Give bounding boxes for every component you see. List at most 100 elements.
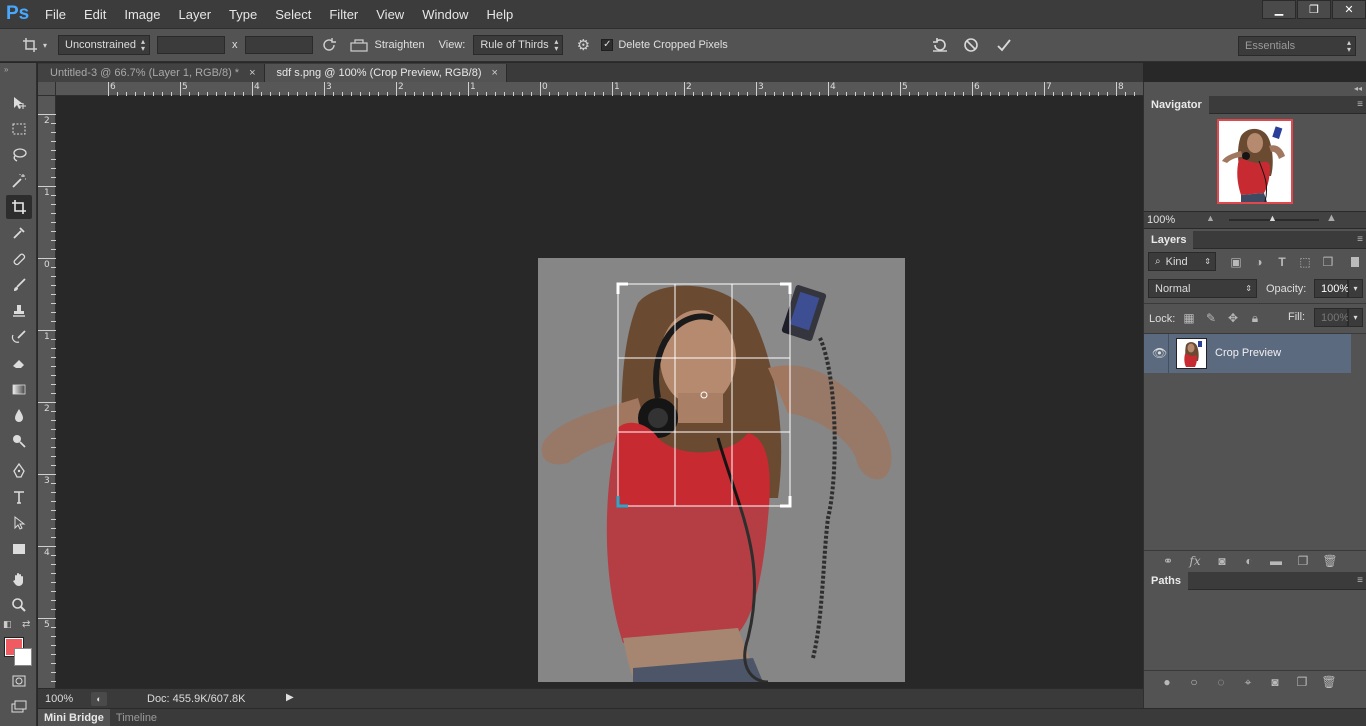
magic-wand-tool-icon[interactable]	[6, 169, 32, 193]
minimize-button[interactable]: ▁	[1262, 0, 1296, 19]
crop-ratio-select[interactable]: Unconstrained ▴ ▾	[58, 35, 150, 55]
commit-crop-icon[interactable]	[994, 35, 1014, 55]
menu-window[interactable]: Window	[413, 0, 477, 28]
reset-crop-icon[interactable]	[930, 35, 950, 55]
lock-all-icon[interactable]: 🔒︎	[1247, 310, 1263, 326]
workspace-select[interactable]: Essentials ▴ ▾	[1238, 36, 1356, 56]
menu-view[interactable]: View	[367, 0, 413, 28]
navigator-thumbnail[interactable]	[1217, 119, 1293, 204]
stroke-path-icon[interactable]: ○	[1186, 674, 1202, 690]
trash-icon[interactable]: 🗑︎	[1322, 553, 1338, 569]
fill-input[interactable]: 100%	[1314, 308, 1349, 327]
marquee-tool-icon[interactable]	[6, 117, 32, 141]
layer-style-icon[interactable]: fx	[1187, 553, 1203, 569]
brush-tool-icon[interactable]	[6, 273, 32, 297]
type-tool-icon[interactable]	[6, 485, 32, 509]
menu-help[interactable]: Help	[477, 0, 522, 28]
crop-tool-icon[interactable]	[20, 35, 40, 55]
tab-paths[interactable]: Paths	[1144, 572, 1188, 590]
delete-cropped-checkbox[interactable]: ✓	[601, 39, 614, 51]
restore-button[interactable]: ❐	[1297, 0, 1331, 19]
horizontal-ruler[interactable]: 6 5 4 3 2 1 0 1 2 3 4 5 6 7 8	[56, 82, 1143, 96]
zoom-in-icon[interactable]: ▲	[1326, 212, 1337, 224]
rectangle-tool-icon[interactable]	[6, 537, 32, 561]
adjustment-layer-icon[interactable]: ◐	[1241, 553, 1257, 569]
tab-navigator[interactable]: Navigator	[1144, 96, 1209, 114]
adjustment-filter-icon[interactable]: ◑	[1251, 254, 1267, 270]
make-work-path-icon[interactable]: ⌖	[1240, 674, 1256, 690]
close-button[interactable]: ✕	[1332, 0, 1366, 19]
pen-tool-icon[interactable]	[6, 459, 32, 483]
tab-timeline[interactable]: Timeline	[110, 709, 163, 726]
overlay-view-select[interactable]: Rule of Thirds ▴ ▾	[473, 35, 564, 55]
lock-transparent-icon[interactable]: ▦	[1181, 310, 1197, 326]
swap-dimensions-icon[interactable]	[319, 35, 339, 55]
background-color-swatch[interactable]	[14, 648, 32, 666]
eraser-tool-icon[interactable]	[6, 351, 32, 375]
blend-mode-select[interactable]: Normal ⇕	[1148, 279, 1257, 298]
lock-position-icon[interactable]: ✥	[1225, 310, 1241, 326]
new-path-icon[interactable]: ❐	[1294, 674, 1310, 690]
menu-layer[interactable]: Layer	[170, 0, 221, 28]
fill-dropdown-icon[interactable]: ▾	[1348, 308, 1363, 327]
canvas-workspace[interactable]	[56, 96, 1143, 688]
layer-filter-select[interactable]: ⌕ Kind ⇕	[1148, 252, 1216, 271]
menu-filter[interactable]: Filter	[320, 0, 367, 28]
group-folder-icon[interactable]: ▬	[1268, 553, 1284, 569]
shape-filter-icon[interactable]: ⬚	[1297, 254, 1313, 270]
quick-mask-icon[interactable]	[6, 669, 32, 693]
layer-name[interactable]: Crop Preview	[1215, 347, 1281, 359]
add-mask-icon[interactable]: ◙	[1214, 553, 1230, 569]
move-tool-icon[interactable]	[6, 91, 32, 115]
panel-collapse-icon[interactable]: »	[4, 65, 8, 74]
panel-menu-icon[interactable]: ≡	[1357, 99, 1363, 110]
panel-menu-icon[interactable]: ≡	[1357, 575, 1363, 586]
zoom-level[interactable]: 100%	[45, 693, 85, 705]
eye-icon[interactable]: 👁︎	[1152, 346, 1167, 360]
stamp-tool-icon[interactable]	[6, 299, 32, 323]
tab-sdf-s-png[interactable]: sdf s.png @ 100% (Crop Preview, RGB/8) ×	[264, 64, 507, 82]
crop-height-input[interactable]	[244, 36, 313, 54]
gear-icon[interactable]: ⚙	[573, 35, 593, 55]
fill-path-icon[interactable]: ●	[1159, 674, 1175, 690]
menu-image[interactable]: Image	[115, 0, 169, 28]
lasso-tool-icon[interactable]	[6, 143, 32, 167]
gradient-tool-icon[interactable]	[6, 377, 32, 401]
eyedropper-tool-icon[interactable]	[6, 221, 32, 245]
tab-mini-bridge[interactable]: Mini Bridge	[38, 709, 110, 726]
tab-untitled-3[interactable]: Untitled-3 @ 66.7% (Layer 1, RGB/8) * ×	[38, 64, 265, 82]
swap-colors-icon[interactable]: ⇄	[22, 619, 30, 630]
menu-edit[interactable]: Edit	[75, 0, 115, 28]
share-icon[interactable]: ◐	[91, 691, 107, 706]
blur-tool-icon[interactable]	[6, 403, 32, 427]
close-icon[interactable]: ×	[492, 67, 498, 79]
load-selection-icon[interactable]: ◌	[1213, 674, 1229, 690]
tab-layers[interactable]: Layers	[1144, 231, 1194, 249]
panel-menu-icon[interactable]: ≡	[1357, 234, 1363, 245]
screen-mode-icon[interactable]	[6, 695, 32, 719]
link-layers-icon[interactable]: ⚭	[1160, 553, 1176, 569]
zoom-slider-handle[interactable]: ▲	[1268, 213, 1277, 223]
smart-object-filter-icon[interactable]: ❒	[1320, 254, 1336, 270]
zoom-tool-icon[interactable]	[6, 593, 32, 617]
zoom-out-icon[interactable]: ▲	[1206, 213, 1215, 223]
document-canvas[interactable]	[538, 258, 905, 682]
navigator-zoom-value[interactable]: 100%	[1147, 214, 1175, 226]
panel-collapse-icon[interactable]: ◂◂	[1354, 84, 1362, 93]
straighten-label[interactable]: Straighten	[375, 39, 425, 51]
path-selection-tool-icon[interactable]	[6, 511, 32, 535]
lock-pixels-icon[interactable]: ✎	[1203, 310, 1219, 326]
dodge-tool-icon[interactable]	[6, 429, 32, 453]
crop-tool-icon[interactable]	[6, 195, 32, 219]
crop-width-input[interactable]	[157, 36, 225, 54]
trash-icon[interactable]: 🗑︎	[1321, 674, 1337, 690]
status-menu-arrow-icon[interactable]: ▶	[286, 692, 294, 703]
opacity-input[interactable]: 100%	[1314, 279, 1349, 298]
opacity-dropdown-icon[interactable]: ▾	[1348, 279, 1363, 298]
menu-select[interactable]: Select	[266, 0, 320, 28]
layer-row[interactable]: 👁︎ Crop Preview	[1144, 334, 1351, 373]
filter-toggle[interactable]	[1351, 257, 1359, 267]
straighten-icon[interactable]	[349, 35, 369, 55]
hand-tool-icon[interactable]	[6, 567, 32, 591]
tool-preset-chevron-icon[interactable]: ▾	[40, 35, 50, 55]
